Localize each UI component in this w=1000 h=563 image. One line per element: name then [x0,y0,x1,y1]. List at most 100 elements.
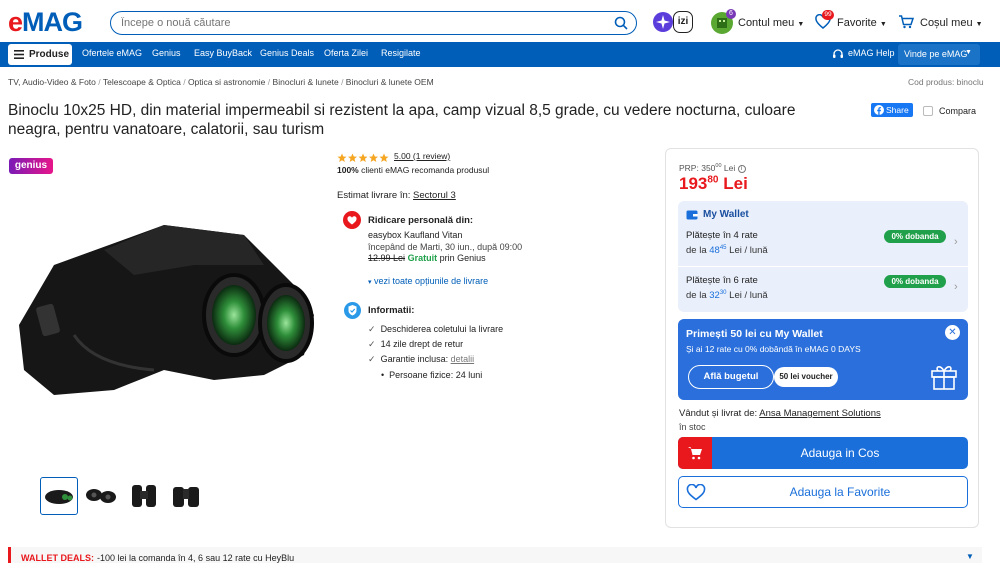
wallet-deals-text: -100 lei la comanda în 4, 6 sau 12 rate … [97,553,295,563]
seller-label: Vândut și livrat de: [679,408,758,419]
info-item: ✓ Garantie inclusa: detalii [368,354,474,365]
emag-logo[interactable]: eMAG [8,9,83,36]
products-menu-button[interactable]: Produse [8,44,72,65]
sector-link[interactable]: Sectorul 3 [413,190,456,201]
sell-on-emag-button[interactable]: Vinde pe eMAG ▼ [898,44,980,65]
nav-item-ofertele-emag[interactable]: Ofertele eMAG [82,48,142,58]
delivery-estimate: Estimat livrare în: Sectorul 3 [337,190,456,201]
nav-item-genius[interactable]: Genius [152,48,181,58]
breadcrumb: TV, Audio-Video & Foto / Telescoape & Op… [8,77,434,87]
favorites-label: Favorite [837,17,877,29]
interest-badge: 0% dobanda [884,230,946,243]
chevron-right-icon: › [954,236,958,248]
nav-item-oferta-zilei[interactable]: Oferta Zilei [324,48,368,58]
installment-dec: 30 [719,290,727,296]
header: eMAG izi 6 Contul meu ▼ 99 Favorite ▼ Co… [0,0,1000,42]
main-nav: Produse Ofertele eMAG Genius Easy BuyBac… [0,42,1000,67]
pickup-place: easybox Kaufland Vitan [368,230,463,240]
izi-label[interactable]: izi [673,11,693,33]
cart-icon-box [678,437,712,469]
installment-prefix: de la [686,245,707,257]
all-delivery-options-link[interactable]: ▾ vezi toate opțiunile de livrare [368,276,488,286]
favorites-badge: 99 [822,10,834,20]
prp-currency: Lei [723,163,736,173]
review-link[interactable]: 5.00 (1 review) [394,151,450,161]
info-icon[interactable]: i [737,164,746,173]
installment-option[interactable]: Plătește în 6 rate de la 3230 Lei / lună… [678,268,968,310]
wallet-deals-bar[interactable]: WALLET DEALS: -100 lei la comanda în 4, … [8,547,982,563]
prp-dec: 00 [715,163,722,170]
breadcrumb-item[interactable]: Telescoape & Optica [103,77,181,87]
delivery-estimate-label: Estimat livrare în: [337,190,411,201]
add-to-favorites-button[interactable]: Adauga la Favorite [678,476,968,508]
binoculars-thumbnail [45,490,73,504]
search-bar [110,11,637,35]
genius-badge: genius [9,158,53,174]
emag-help-link[interactable]: eMAG Help [848,48,895,58]
pickup-free: Gratuit [407,253,438,263]
binoculars-thumbnail [173,487,199,507]
find-budget-button[interactable]: Află bugetul [688,365,774,389]
warranty-label: Garantie inclusa: [380,354,449,364]
heart-pin-icon [343,211,361,229]
favorites-menu[interactable]: Favorite ▼ [837,17,887,29]
wallet-deals-label: WALLET DEALS: [21,553,94,563]
info-title: Informatii: [368,305,415,316]
share-label: Share [886,105,909,115]
installment-title: Plătește în 4 rate [686,230,758,241]
recommend-text: clienti eMAG recomanda produsul [361,165,490,175]
pickup-title: Ridicare personală din: [368,215,474,226]
nav-item-resigilate[interactable]: Resigilate [381,48,421,58]
warranty-details-link[interactable]: detalii [451,354,475,364]
wallet-icon [686,210,698,220]
pickup-free-suffix: prin Genius [439,253,486,263]
binoculars-thumbnail [86,489,116,503]
account-menu[interactable]: Contul meu ▼ [738,17,804,29]
chevron-down-icon: ▼ [975,21,983,28]
sell-label: Vinde pe eMAG [904,49,968,59]
thumbnail-2[interactable] [83,477,121,515]
nav-item-easy-buyback[interactable]: Easy BuyBack [194,48,252,58]
cart-label: Coșul meu [920,17,973,29]
installment-option[interactable]: Plătește în 4 rate de la 4845 Lei / lună… [678,223,968,265]
seller-link[interactable]: Ansa Management Solutions [759,408,880,419]
voucher-badge: 50 lei voucher [774,367,838,387]
facebook-icon [874,105,884,115]
product-image[interactable] [14,205,320,405]
current-price: 19380 Lei [679,174,748,194]
cart-menu[interactable]: Coșul meu ▼ [920,17,983,29]
chevron-down-icon[interactable]: ▼ [966,552,974,561]
info-item-label: 14 zile drept de retur [380,339,464,349]
info-item: ✓ Deschiderea coletului la livrare [368,324,503,335]
add-to-cart-button[interactable]: Adauga in Cos [678,437,968,469]
chevron-down-icon: ▾ [368,279,372,286]
prp-int: 350 [701,163,716,173]
binoculars-thumbnail [132,485,156,507]
breadcrumb-item[interactable]: Binocluri & lunete [273,77,339,87]
warranty-sub: • Persoane fizice: 24 luni [381,370,483,380]
compare-checkbox[interactable] [923,106,933,116]
check-icon: ✓ [368,354,376,364]
thumbnail-4[interactable] [168,477,206,515]
breadcrumb-item[interactable]: Optica si astronomie [188,77,265,87]
breadcrumb-item[interactable]: TV, Audio-Video & Foto [8,77,96,87]
add-to-favorites-label: Adauga la Favorite [789,485,891,499]
thumbnail-3[interactable] [126,477,164,515]
thumbnail-1[interactable] [40,477,78,515]
nav-item-genius-deals[interactable]: Genius Deals [260,48,314,58]
breadcrumb-item[interactable]: Binocluri & lunete OEM [346,77,434,87]
close-icon[interactable]: ✕ [945,325,960,340]
add-to-cart-label: Adauga in Cos [800,446,880,460]
installment-amount: de la 3230 Lei / lună [686,290,768,301]
promo-subtitle: Și ai 12 rate cu 0% dobândă în eMAG 0 DA… [686,344,861,354]
search-input[interactable] [121,15,601,31]
izi-assistant-button[interactable] [652,11,674,38]
wallet-panel: My Wallet Plătește în 4 rate de la 4845 … [678,201,968,312]
seller-line: Vândut și livrat de: Ansa Management Sol… [679,408,881,419]
product-title: Binoclu 10x25 HD, din material impermeab… [8,102,796,138]
all-delivery-options-label: vezi toate opțiunile de livrare [374,276,489,286]
cart-icon[interactable] [898,15,915,34]
search-icon[interactable] [614,16,628,35]
share-button[interactable]: Share [871,103,913,117]
products-label: Produse [29,49,70,60]
